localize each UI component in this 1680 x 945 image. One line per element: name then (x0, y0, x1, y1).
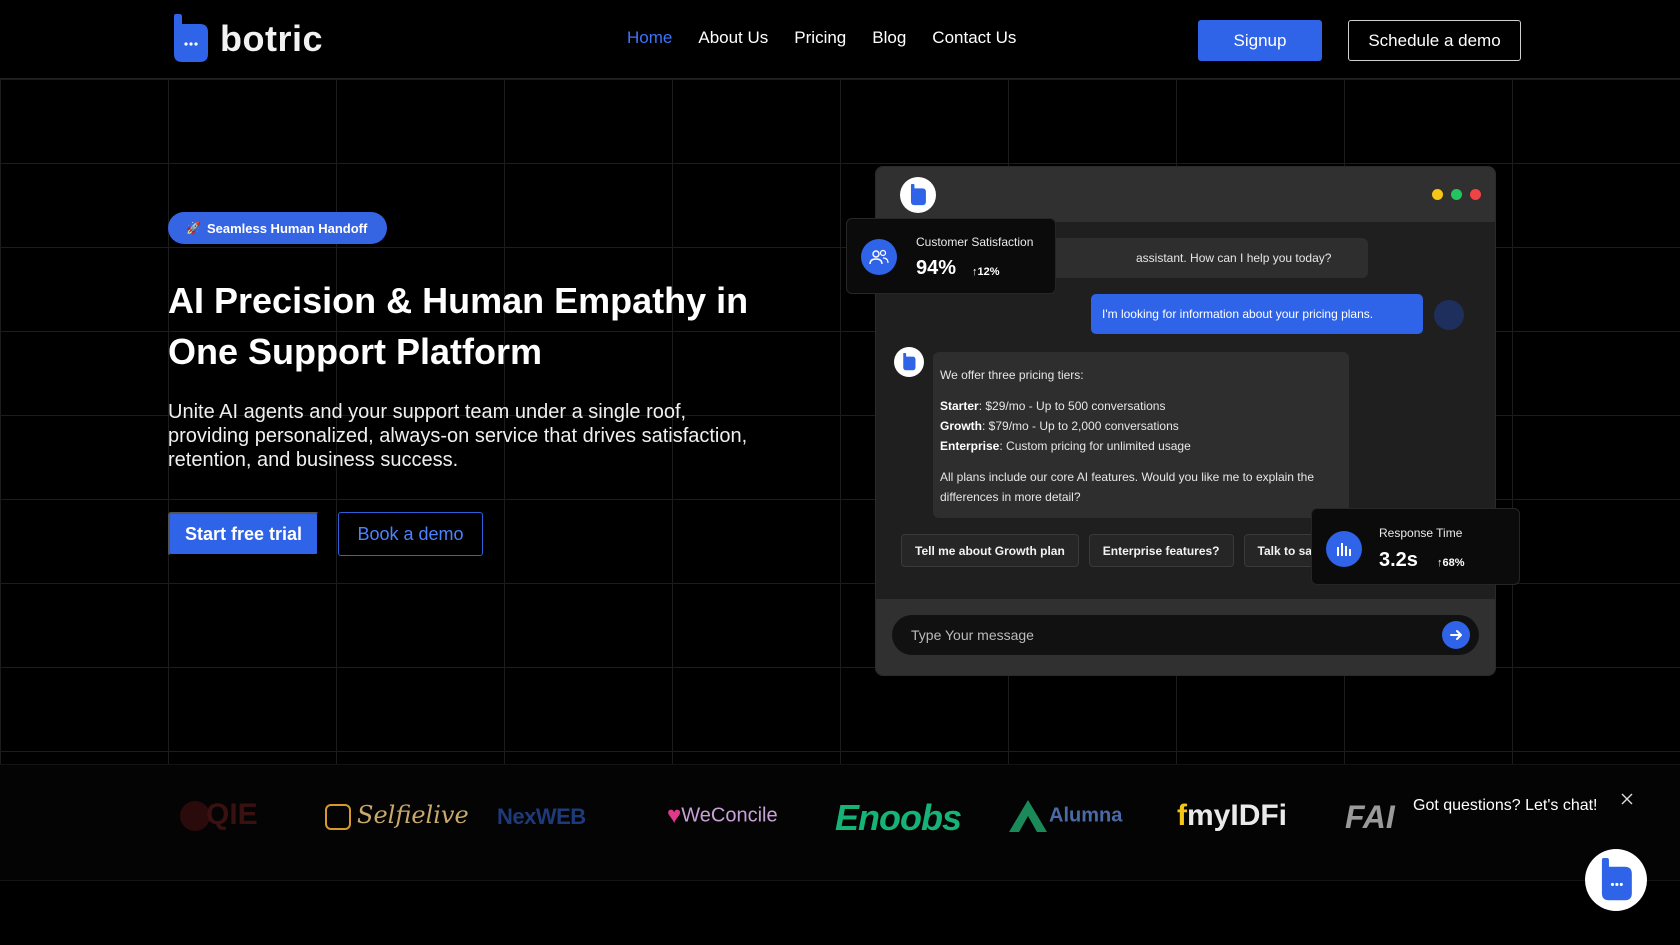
botric-logo-icon (910, 184, 926, 206)
partner-logo-myidfi: fmyIDFi (1177, 799, 1288, 832)
partner-logo-alumna: Alumna (1007, 798, 1122, 834)
window-controls (1432, 189, 1481, 200)
stat-change: ↑68% (1437, 557, 1465, 569)
nav-link-pricing[interactable]: Pricing (794, 28, 846, 48)
bot-avatar (894, 347, 924, 377)
customer-satisfaction-card: Customer Satisfaction 94% ↑12% (846, 218, 1056, 294)
feature-badge-label: Seamless Human Handoff (206, 220, 368, 236)
hero-title: AI Precision & Human Empathy in One Supp… (168, 280, 749, 372)
nav-link-blog[interactable]: Blog (872, 28, 906, 48)
partner-logo-fai: FAI (1345, 799, 1395, 835)
maximize-dot[interactable] (1451, 189, 1462, 200)
start-free-trial-button[interactable]: Start free trial (168, 512, 319, 556)
botric-logo-icon (170, 14, 210, 64)
close-icon[interactable] (1618, 790, 1636, 808)
arrow-right-icon (1450, 630, 1462, 640)
reply-outro: All plans include our core AI features. … (940, 470, 1314, 504)
minimize-dot[interactable] (1432, 189, 1443, 200)
stat-label: Response Time (1379, 526, 1463, 540)
chat-launcher-button[interactable] (1585, 849, 1647, 911)
brand-logo[interactable]: botric (170, 14, 323, 64)
stat-label: Customer Satisfaction (916, 235, 1034, 249)
quick-replies: Tell me about Growth plan Enterprise fea… (901, 534, 1336, 567)
partner-logo-qie: QIE (180, 798, 258, 832)
bot-avatar (900, 177, 936, 213)
brand-name: botric (220, 18, 324, 59)
stat-change: ↑12% (972, 266, 1000, 278)
chat-footer (876, 599, 1495, 675)
partner-logo-weconcile: ♥WeConcile (667, 802, 778, 829)
response-time-card: Response Time 3.2s ↑68% (1311, 508, 1520, 585)
bar-chart-icon (1326, 531, 1362, 567)
message-input[interactable] (892, 615, 1479, 655)
chat-header (876, 167, 1495, 222)
tier-enterprise: Enterprise: Custom pricing for unlimited… (940, 439, 1191, 453)
nav-link-contact[interactable]: Contact Us (932, 28, 1016, 48)
rocket-icon: 🚀 (186, 221, 201, 235)
book-demo-button[interactable]: Book a demo (338, 512, 483, 556)
botric-logo-icon (903, 353, 916, 371)
partner-logo-nexweb: NexWEB (497, 804, 586, 829)
bot-pricing-reply: We offer three pricing tiers: Starter: $… (933, 352, 1349, 518)
user-message: I'm looking for information about your p… (1091, 294, 1423, 334)
chat-widget-prompt: Got questions? Let's chat! (1413, 797, 1598, 814)
nav-link-home[interactable]: Home (627, 28, 672, 48)
stat-value: 3.2s (1379, 549, 1418, 571)
partner-logo-selfielive: Selfielive (325, 801, 469, 830)
hero-subtitle: Unite AI agents and your support team un… (168, 401, 748, 471)
botric-logo-icon (1601, 858, 1632, 901)
feature-badge: 🚀 Seamless Human Handoff (168, 212, 388, 244)
nav-link-about[interactable]: About Us (698, 28, 768, 48)
reply-intro: We offer three pricing tiers: (940, 368, 1084, 382)
tier-growth: Growth: $79/mo - Up to 2,000 conversatio… (940, 419, 1179, 433)
close-dot[interactable] (1470, 189, 1481, 200)
user-avatar (1434, 300, 1464, 330)
tier-starter: Starter: $29/mo - Up to 500 conversation… (940, 399, 1166, 413)
schedule-demo-button[interactable]: Schedule a demo (1348, 20, 1521, 61)
stat-value: 94% (916, 257, 957, 279)
quick-reply-growth[interactable]: Tell me about Growth plan (901, 534, 1079, 567)
top-navigation: botric Home About Us Pricing Blog Contac… (0, 0, 1680, 79)
nav-links: Home About Us Pricing Blog Contact Us (627, 28, 1042, 48)
signup-button[interactable]: Signup (1198, 20, 1322, 61)
send-button[interactable] (1442, 621, 1470, 649)
partner-logo-enoobs: Enoobs (835, 797, 962, 838)
users-icon (861, 239, 897, 275)
quick-reply-enterprise[interactable]: Enterprise features? (1088, 534, 1234, 567)
